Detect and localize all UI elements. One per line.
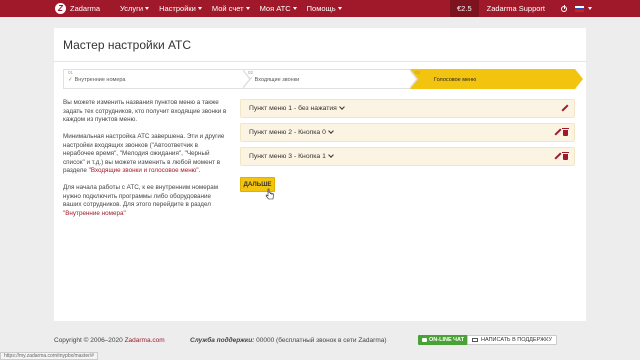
menu-item-label: Пункт меню 2 - Кнопка 0 bbox=[249, 129, 326, 136]
description-paragraph: Вы можете изменить названия пунктов меню… bbox=[63, 99, 227, 123]
nav-label: Настройки bbox=[159, 4, 196, 13]
chat-icon bbox=[422, 338, 427, 342]
balance[interactable]: €2.5 bbox=[450, 0, 479, 17]
nav-item-account[interactable]: Мой счет bbox=[212, 4, 250, 13]
step-number: 01 bbox=[68, 70, 74, 75]
nav-label: Услуги bbox=[120, 4, 144, 13]
mouse-cursor-icon bbox=[265, 188, 274, 200]
top-navbar: Z Zadarma Услуги Настройки Мой счет Моя … bbox=[0, 0, 640, 17]
chevron-down-icon[interactable] bbox=[339, 104, 345, 110]
edit-icon[interactable] bbox=[554, 153, 561, 160]
step-label: ✓ Входящие звонки bbox=[248, 77, 300, 83]
mail-icon bbox=[472, 338, 478, 342]
support-info: Служба поддержки: 00000 (бесплатный звон… bbox=[190, 337, 387, 344]
main-panel: Мастер настройки АТС 01 ✓ Внутренние номе… bbox=[54, 28, 586, 321]
nav-item-pbx[interactable]: Моя АТС bbox=[260, 4, 297, 13]
account-name[interactable]: Zadarma Support bbox=[479, 4, 553, 13]
support-label: Служба поддержки: bbox=[190, 337, 255, 344]
trash-icon[interactable] bbox=[562, 127, 569, 136]
nav-item-help[interactable]: Помощь bbox=[307, 4, 342, 13]
language-selector[interactable] bbox=[575, 5, 592, 12]
logo-text: Zadarma bbox=[70, 4, 101, 13]
chevron-down-icon[interactable] bbox=[328, 152, 334, 158]
logout-icon[interactable] bbox=[561, 4, 567, 12]
trash-icon[interactable] bbox=[562, 151, 569, 160]
description-paragraph: Минимальная настройка АТС завершена. Эти… bbox=[63, 133, 225, 174]
caret-down-icon bbox=[197, 7, 202, 10]
write-support-button[interactable]: НАПИСАТЬ В ПОДДЕРЖКУ bbox=[467, 335, 557, 345]
user-nav: €2.5 Zadarma Support bbox=[450, 0, 640, 17]
caret-down-icon bbox=[145, 7, 150, 10]
description-paragraph: Для начала работы с АТС, к ее внутренним… bbox=[63, 184, 219, 217]
extensions-link[interactable]: "Внутренние номера" bbox=[63, 210, 126, 217]
wizard-step-incoming[interactable]: 02 ✓ Входящие звонки bbox=[243, 69, 418, 89]
incoming-calls-link[interactable]: "Входящие звонки и голосовое меню" bbox=[89, 167, 199, 174]
status-bar-url: https://my.zadarma.com/mypbx/master/# bbox=[0, 352, 98, 360]
nav-label: Моя АТС bbox=[259, 4, 291, 13]
step-label: ✓ Внутренние номера bbox=[68, 77, 126, 83]
caret-down-icon bbox=[245, 7, 250, 10]
caret-down-icon bbox=[337, 7, 342, 10]
zadarma-link[interactable]: Zadarma.com bbox=[125, 337, 165, 344]
copyright: Copyright © 2006–2020 Zadarma.com bbox=[54, 337, 165, 344]
main-nav: Услуги Настройки Мой счет Моя АТС Помощь bbox=[120, 4, 352, 13]
caret-down-icon bbox=[292, 7, 297, 10]
menu-item-label: Пункт меню 3 - Кнопка 1 bbox=[249, 153, 326, 160]
check-icon: ✓ bbox=[68, 77, 73, 83]
russian-flag-icon bbox=[575, 5, 584, 12]
nav-label: Помощь bbox=[306, 4, 336, 13]
divider bbox=[54, 61, 586, 62]
wizard-step-extensions[interactable]: 01 ✓ Внутренние номера bbox=[63, 69, 251, 89]
nav-item-services[interactable]: Услуги bbox=[120, 4, 150, 13]
menu-item[interactable]: Пункт меню 1 - без нажатия bbox=[240, 99, 575, 118]
caret-down-icon bbox=[588, 7, 592, 10]
menu-item[interactable]: Пункт меню 3 - Кнопка 1 bbox=[240, 147, 575, 166]
menu-item[interactable]: Пункт меню 2 - Кнопка 0 bbox=[240, 123, 575, 142]
description: Вы можете изменить названия пунктов меню… bbox=[63, 99, 229, 227]
logo[interactable]: Z Zadarma bbox=[55, 3, 100, 14]
edit-icon[interactable] bbox=[554, 129, 561, 136]
wizard-steps: 01 ✓ Внутренние номера 02 ✓ Входящие звонк… bbox=[63, 69, 583, 89]
nav-item-settings[interactable]: Настройки bbox=[159, 4, 202, 13]
step-label: Голосовое меню bbox=[434, 77, 477, 83]
chevron-down-icon[interactable] bbox=[328, 128, 334, 134]
page-title: Мастер настройки АТС bbox=[63, 38, 192, 52]
online-chat-button[interactable]: ON-LINE ЧАТ bbox=[418, 335, 469, 345]
logo-icon: Z bbox=[55, 3, 66, 14]
menu-item-label: Пункт меню 1 - без нажатия bbox=[249, 105, 337, 112]
edit-icon[interactable] bbox=[561, 105, 568, 112]
voice-menu-list: Пункт меню 1 - без нажатия Пункт меню 2 … bbox=[240, 99, 575, 171]
nav-label: Мой счет bbox=[211, 4, 244, 13]
wizard-step-voice-menu[interactable]: 03 Голосовое меню bbox=[410, 69, 583, 89]
